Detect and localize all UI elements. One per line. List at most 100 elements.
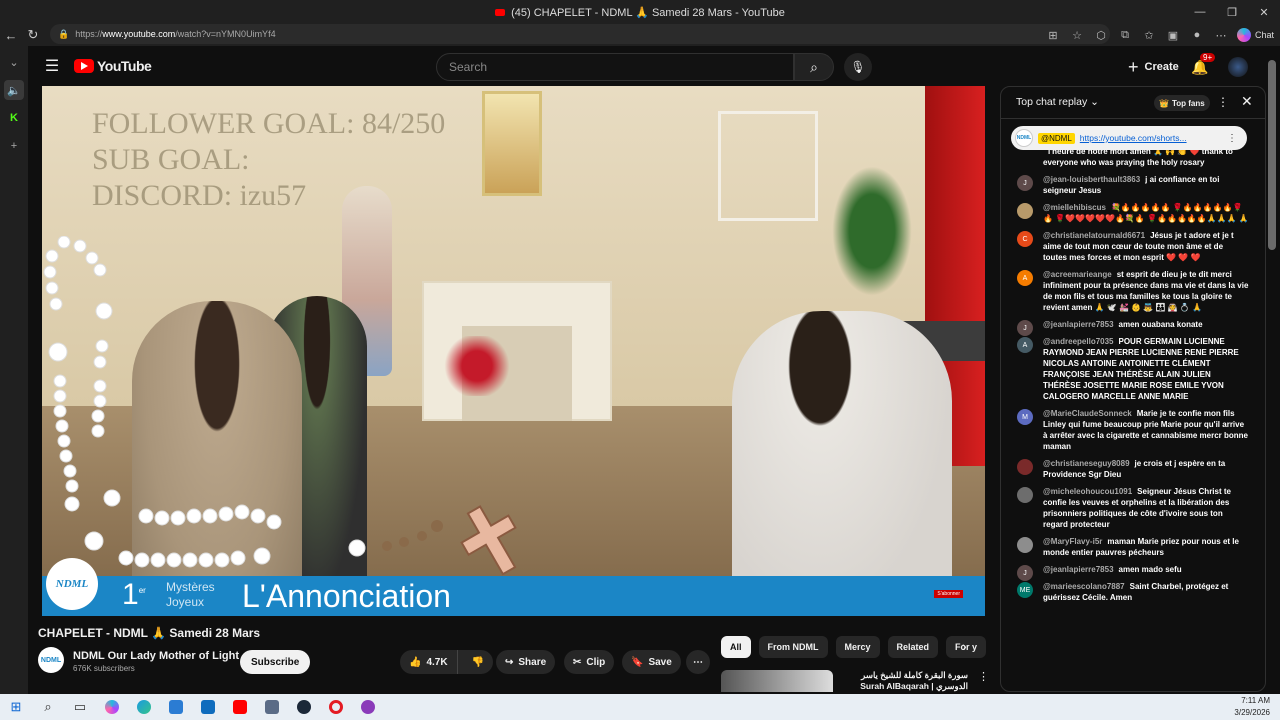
windows-start-icon[interactable]: ⊞ <box>0 694 32 720</box>
dislike-button[interactable]: 👎 <box>463 650 493 674</box>
chat-author-avatar[interactable]: A <box>1017 270 1033 286</box>
chip-related[interactable]: Related <box>887 636 939 658</box>
collections-icon[interactable]: ▣ <box>1164 26 1182 44</box>
store-icon[interactable] <box>160 694 192 720</box>
youtube-logo-text: YouTube <box>97 58 152 74</box>
chat-author-avatar[interactable] <box>1017 203 1033 219</box>
youtube-app-icon[interactable] <box>224 694 256 720</box>
top-fans-button[interactable]: 👑 Top fans <box>1154 95 1210 111</box>
youtube-logo[interactable]: YouTube <box>74 58 152 74</box>
chat-author-name[interactable]: @jeanlapierre7853 <box>1043 565 1114 574</box>
chat-menu-icon[interactable]: ⋮ <box>1217 95 1229 109</box>
close-window-button[interactable]: ✕ <box>1248 0 1280 24</box>
address-bar[interactable]: 🔒 https://www.youtube.com/watch?v=nYMN0U… <box>50 24 1110 44</box>
chat-scrollbar[interactable] <box>1268 60 1276 250</box>
recommendation-thumbnail[interactable] <box>721 670 833 692</box>
profile-icon[interactable]: ● <box>1188 26 1206 44</box>
chat-message: @MaryFlavy-i5r maman Marie priez pour nou… <box>1001 533 1265 561</box>
chat-author-name[interactable]: @jeanlapierre7853 <box>1043 320 1114 329</box>
capture-icon[interactable] <box>256 694 288 720</box>
video-scene-sacred-heart-image <box>482 91 542 196</box>
chat-author-avatar[interactable] <box>1017 537 1033 553</box>
chat-author-avatar[interactable]: ME <box>1017 582 1033 598</box>
chat-mode-dropdown[interactable]: Top chat replay ⌄ <box>1016 96 1099 108</box>
search-button[interactable]: ⌕ <box>794 53 834 81</box>
browser-icons: ⊞ ☆ ⬡ ⧉ ✩ ▣ ● ⋯ <box>1044 24 1230 46</box>
clock-time: 7:11 AM <box>1241 696 1270 705</box>
copilot-taskbar-icon[interactable] <box>96 694 128 720</box>
window-titlebar: (45) CHAPELET - NDML 🙏 Samedi 28 Mars - … <box>0 0 1280 24</box>
opera-icon[interactable] <box>320 694 352 720</box>
chat-message: C @christianelatournald6671 Jésus je t ado… <box>1001 227 1265 266</box>
pinned-menu-icon[interactable]: ⋮ <box>1227 133 1237 144</box>
hamburger-menu-icon[interactable]: ☰ <box>34 48 70 84</box>
chat-author-avatar[interactable]: A <box>1017 337 1033 353</box>
channel-avatar[interactable]: NDML <box>38 647 64 673</box>
chat-author-name[interactable]: @andreepello7035 <box>1043 337 1114 346</box>
chip-from-ndml[interactable]: From NDML <box>758 636 828 658</box>
notifications-button[interactable]: 🔔 9+ <box>1188 53 1216 79</box>
speaker-icon[interactable]: 🔈 <box>4 80 24 100</box>
search-icon[interactable]: ⌕ <box>32 694 64 720</box>
channel-name[interactable]: NDML Our Lady Mother of Light <box>73 650 239 662</box>
like-button[interactable]: 👍 4.7K <box>400 650 458 674</box>
steam-icon[interactable] <box>288 694 320 720</box>
app-available-icon[interactable]: ⊞ <box>1044 26 1062 44</box>
chip-mercy[interactable]: Mercy <box>835 636 880 658</box>
copilot-button[interactable]: Chat <box>1236 26 1274 44</box>
chat-message: J @jean-louisberthault3863 j ai confiance … <box>1001 171 1265 199</box>
pinned-message[interactable]: NDML @NDML https://youtube.com/shorts...… <box>1011 126 1247 150</box>
back-arrow-icon[interactable]: ← <box>0 24 22 46</box>
outlook-icon[interactable] <box>192 694 224 720</box>
minimize-button[interactable]: — <box>1184 0 1216 24</box>
recommendation-title[interactable]: سورة البقرة كاملة للشيخ ياسر الدوسري | S… <box>838 670 968 692</box>
system-clock[interactable]: 7:11 AM 3/29/2026 <box>1234 695 1270 719</box>
chevron-right-icon[interactable]: › <box>962 638 967 654</box>
favorites-icon[interactable]: ✩ <box>1140 26 1158 44</box>
save-button[interactable]: 🔖 Save <box>622 650 681 674</box>
chat-author-avatar[interactable] <box>1017 487 1033 503</box>
browser-menu-icon[interactable]: ⋯ <box>1212 26 1230 44</box>
chat-author-avatar[interactable]: J <box>1017 175 1033 191</box>
voice-search-button[interactable]: 🎙 <box>844 53 872 81</box>
clip-label: Clip <box>586 656 606 668</box>
more-actions-button[interactable]: ⋯ <box>686 650 710 674</box>
chat-author-name[interactable]: @christianeseguy8089 <box>1043 459 1130 468</box>
gx-icon[interactable] <box>352 694 384 720</box>
account-avatar[interactable] <box>1228 57 1248 77</box>
chat-author-name[interactable]: @christianelatournald6671 <box>1043 231 1145 240</box>
chat-author-name[interactable]: @miellehibiscus <box>1043 203 1106 212</box>
close-icon[interactable]: ✕ <box>1241 93 1253 110</box>
favorite-star-icon[interactable]: ☆ <box>1068 26 1086 44</box>
chevron-down-icon[interactable]: ⌄ <box>4 52 24 72</box>
chat-message: @christianeseguy8089 je crois et j espère… <box>1001 455 1265 483</box>
pinned-author-badge: @NDML <box>1038 132 1075 144</box>
chat-author-name[interactable]: @jean-louisberthault3863 <box>1043 175 1140 184</box>
split-screen-icon[interactable]: ⧉ <box>1116 26 1134 44</box>
video-player[interactable]: FOLLOWER GOAL: 84/250 SUB GOAL: DISCORD:… <box>42 86 985 616</box>
refresh-icon[interactable]: ↻ <box>22 24 44 46</box>
chat-author-name[interactable]: @MaryFlavy-i5r <box>1043 537 1102 546</box>
chat-author-name[interactable]: @marieescolano7887 <box>1043 582 1125 591</box>
task-view-icon[interactable]: ▭ <box>64 694 96 720</box>
chat-author-name[interactable]: @micheleohoucou1091 <box>1043 487 1132 496</box>
chat-author-name[interactable]: @MarieClaudeSonneck <box>1043 409 1132 418</box>
pinned-link[interactable]: https://youtube.com/shorts... <box>1080 133 1187 143</box>
create-button[interactable]: + Create <box>1118 53 1189 81</box>
chat-author-avatar[interactable] <box>1017 459 1033 475</box>
chip-all[interactable]: All <box>721 636 751 658</box>
recommendation-menu-icon[interactable]: ⋮ <box>978 670 989 683</box>
share-button[interactable]: ↪ Share <box>496 650 556 674</box>
extensions-icon[interactable]: ⬡ <box>1092 26 1110 44</box>
chat-author-name[interactable]: @acreemarieange <box>1043 270 1112 279</box>
chat-author-avatar[interactable]: M <box>1017 409 1033 425</box>
add-app-icon[interactable]: + <box>4 136 24 156</box>
chat-author-avatar[interactable]: C <box>1017 231 1033 247</box>
clip-button[interactable]: ✂ Clip <box>564 650 615 674</box>
search-input[interactable]: Search <box>436 53 794 81</box>
copilot-label: Chat <box>1254 30 1274 40</box>
edge-icon[interactable] <box>128 694 160 720</box>
kick-app-icon[interactable]: K <box>4 108 24 128</box>
subscribe-button[interactable]: Subscribe <box>240 650 311 674</box>
maximize-button[interactable]: ❐ <box>1216 0 1248 24</box>
